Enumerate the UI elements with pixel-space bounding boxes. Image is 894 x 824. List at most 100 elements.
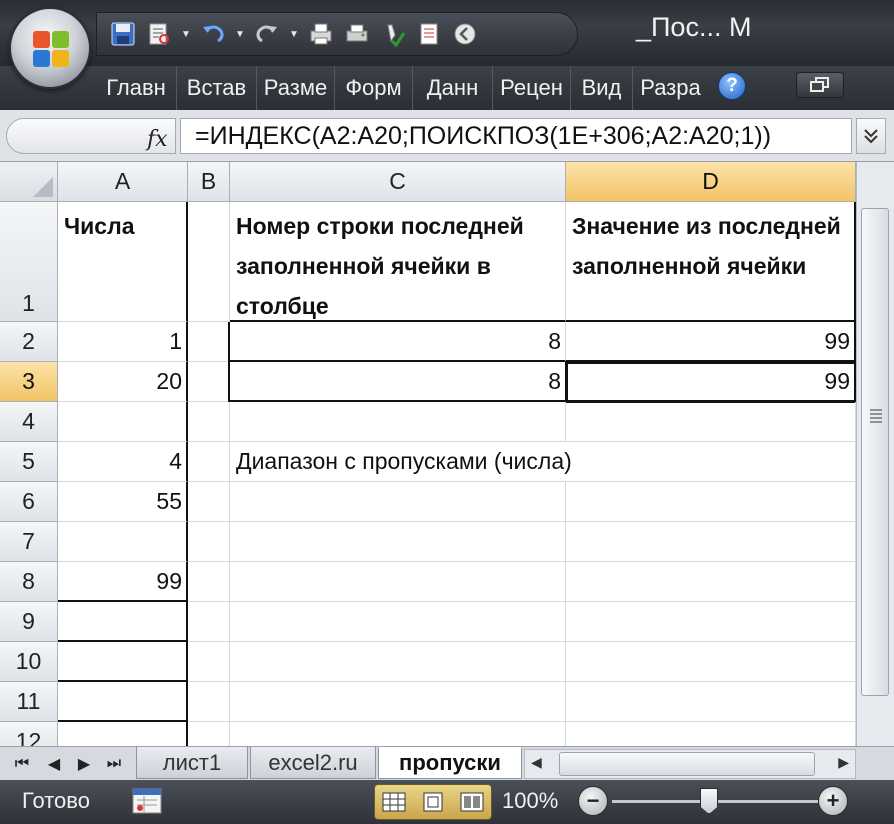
cell-c5[interactable]: Диапазон с пропусками (числа) [230,442,572,482]
name-box[interactable]: fx [6,118,176,154]
row-header-8[interactable]: 8 [0,562,58,602]
row-header-1[interactable]: 1 [0,202,58,322]
cell-b3[interactable] [188,362,230,402]
cell-a5[interactable]: 4 [58,442,188,482]
cell-d11[interactable] [566,682,856,722]
cell-c3[interactable]: 8 [228,362,566,402]
cell-c8[interactable] [230,562,566,602]
help-icon[interactable]: ? [718,72,746,100]
cell-d1[interactable]: Значение из последней заполненной ячейки [566,202,856,322]
page-layout-view-icon[interactable] [418,789,448,815]
print-preview-icon[interactable] [143,18,175,50]
cell-a2[interactable]: 1 [58,322,188,362]
tab-review[interactable]: Рецен [492,66,570,110]
cell-d3[interactable]: 99 [565,361,856,403]
cell-d2[interactable]: 99 [566,322,856,362]
cell-d8[interactable] [566,562,856,602]
cell-d12[interactable] [566,722,856,746]
scroll-left-icon[interactable]: ◀ [531,754,542,771]
cell-c11[interactable] [230,682,566,722]
redo-icon[interactable] [251,18,283,50]
cell-b8[interactable] [188,562,230,602]
cell-c10[interactable] [230,642,566,682]
scroll-right-icon[interactable]: ▶ [838,754,849,771]
cell-a9[interactable] [58,602,188,642]
sheet-tab-excel2[interactable]: excel2.ru [250,747,376,779]
zoom-level[interactable]: 100% [502,788,558,814]
tab-developer[interactable]: Разра [632,66,708,110]
cell-c1[interactable]: Номер строки последней заполненной ячейк… [230,202,566,322]
cell-b6[interactable] [188,482,230,522]
first-sheet-icon[interactable]: ⏮ [10,751,34,777]
cell-c6[interactable] [230,482,566,522]
tab-view[interactable]: Вид [570,66,632,110]
cell-b10[interactable] [188,642,230,682]
cell-d4[interactable] [566,402,856,442]
restore-window-icon[interactable] [796,72,844,98]
sheet-tab-propuski[interactable]: пропуски [378,747,522,779]
cell-c2[interactable]: 8 [228,322,566,362]
cell-a3[interactable]: 20 [58,362,188,402]
cell-b7[interactable] [188,522,230,562]
expand-formula-bar-icon[interactable] [856,118,886,154]
row-header-7[interactable]: 7 [0,522,58,562]
row-header-11[interactable]: 11 [0,682,58,722]
next-sheet-icon[interactable]: ▶ [72,751,96,777]
prev-sheet-icon[interactable]: ◀ [42,751,66,777]
row-header-4[interactable]: 4 [0,402,58,442]
column-header-d[interactable]: D [566,162,856,202]
redo-dropdown-icon[interactable]: ▼ [287,18,301,50]
sheet-tab-list1[interactable]: лист1 [136,747,248,779]
cell-a4[interactable] [58,402,188,442]
cell-a1[interactable]: Числа [58,202,188,322]
spell-check-icon[interactable] [377,18,409,50]
cell-a7[interactable] [58,522,188,562]
cell-b11[interactable] [188,682,230,722]
row-header-12[interactable]: 12 [0,722,58,746]
zoom-out-icon[interactable]: − [578,786,608,816]
document-icon[interactable] [413,18,445,50]
insert-function-icon[interactable]: fx [147,127,168,152]
cell-c7[interactable] [230,522,566,562]
cell-a10[interactable] [58,642,188,682]
formula-input[interactable]: =ИНДЕКС(A2:A20;ПОИСКПОЗ(1E+306;A2:A20;1)… [180,118,852,154]
printer-icon[interactable] [341,18,373,50]
cell-a6[interactable]: 55 [58,482,188,522]
vertical-scrollbar[interactable] [856,162,894,746]
cell-a8[interactable]: 99 [58,562,188,602]
undo-icon[interactable] [197,18,229,50]
row-header-10[interactable]: 10 [0,642,58,682]
tab-data[interactable]: Данн [412,66,492,110]
qat-dropdown-icon[interactable]: ▼ [179,18,193,50]
column-header-c[interactable]: C [230,162,566,202]
quick-print-icon[interactable] [305,18,337,50]
cell-d6[interactable] [566,482,856,522]
cell-c12[interactable] [230,722,566,746]
column-header-b[interactable]: B [188,162,230,202]
row-header-9[interactable]: 9 [0,602,58,642]
cell-b4[interactable] [188,402,230,442]
cell-b9[interactable] [188,602,230,642]
row-header-5[interactable]: 5 [0,442,58,482]
vertical-scroll-thumb[interactable] [861,208,889,696]
office-button[interactable] [9,7,91,89]
back-icon[interactable] [449,18,481,50]
normal-view-icon[interactable] [379,789,409,815]
row-header-3[interactable]: 3 [0,362,58,402]
zoom-slider-thumb[interactable] [700,788,718,814]
undo-dropdown-icon[interactable]: ▼ [233,18,247,50]
tab-home[interactable]: Главн [96,66,176,110]
macro-recording-icon[interactable] [132,788,162,814]
tab-formulas[interactable]: Форм [334,66,412,110]
cell-d10[interactable] [566,642,856,682]
cell-a12[interactable] [58,722,188,746]
cell-c4[interactable] [230,402,566,442]
save-icon[interactable] [107,18,139,50]
zoom-in-icon[interactable]: + [818,786,848,816]
cell-d9[interactable] [566,602,856,642]
tab-insert[interactable]: Встав [176,66,256,110]
horizontal-scroll-thumb[interactable] [559,752,815,776]
row-header-2[interactable]: 2 [0,322,58,362]
cell-b12[interactable] [188,722,230,746]
cell-a11[interactable] [58,682,188,722]
